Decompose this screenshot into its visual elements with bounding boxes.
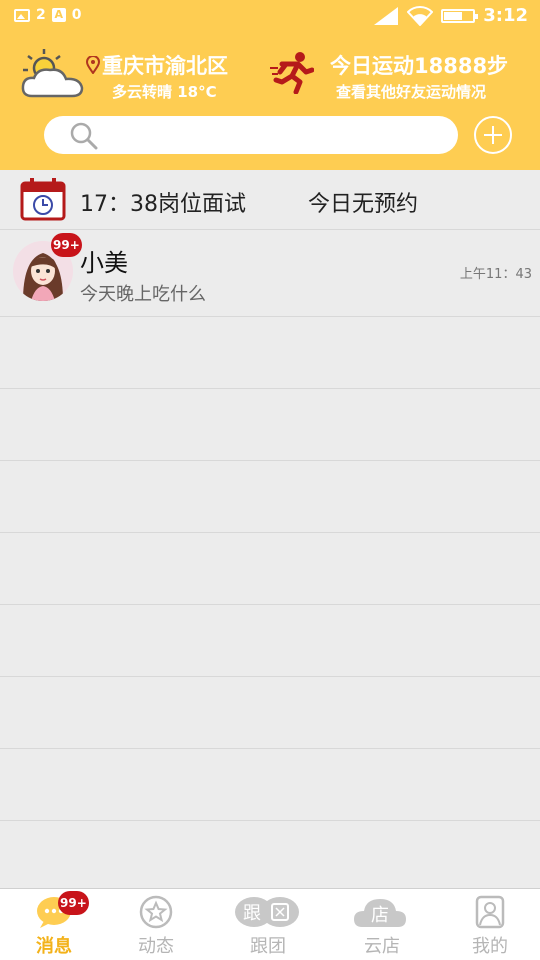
tab-label: 云店	[364, 936, 400, 957]
cloud-store-icon-glyph: 店	[371, 905, 389, 926]
unread-badge: 99+	[51, 233, 82, 257]
schedule-bar[interactable]: 17：38岗位面试 今日无预约	[0, 170, 540, 230]
search-bar[interactable]	[44, 116, 458, 154]
calendar-clock-icon	[20, 178, 66, 221]
cloud-store-icon: 店	[354, 899, 406, 927]
empty-row	[0, 605, 540, 677]
cloudy-sun-icon	[21, 49, 84, 98]
empty-row	[0, 389, 540, 461]
chat-item[interactable]: 99+ 小美 今天晚上吃什么 上午11：43	[0, 231, 540, 317]
search-icon	[70, 122, 98, 150]
system-icons: 3:12	[373, 5, 528, 26]
tab-cloud-store[interactable]: 店 云店	[328, 889, 436, 960]
empty-row	[0, 317, 540, 389]
steps-title[interactable]: 今日运动18888步	[330, 50, 508, 80]
image-notification-icon	[14, 8, 30, 22]
weather-detail: 多云转晴 18°C	[112, 83, 217, 101]
tab-label: 动态	[138, 936, 174, 957]
clock: 3:12	[483, 5, 528, 26]
tab-group-tour[interactable]: 跟 跟团	[214, 889, 322, 960]
battery-icon	[441, 8, 479, 23]
location-name: 重庆市渝北区	[102, 54, 228, 78]
chat-time: 上午11：43	[459, 267, 532, 282]
star-icon	[139, 895, 173, 929]
appointment-status: 今日无预约	[308, 192, 419, 217]
group-icon: 跟	[235, 897, 299, 927]
profile-icon	[475, 895, 505, 929]
schedule-item: 17：38岗位面试	[80, 192, 246, 217]
search-input[interactable]	[104, 118, 444, 152]
a-notification-count: 0	[71, 7, 82, 23]
wifi-icon	[407, 5, 434, 26]
empty-row	[0, 677, 540, 749]
chat-last-message: 今天晚上吃什么	[80, 284, 206, 305]
status-bar: 2 A 0 3:12	[0, 0, 540, 34]
add-button[interactable]	[474, 116, 512, 154]
a-notification-icon: A	[51, 8, 66, 22]
empty-row	[0, 533, 540, 605]
group-icon-glyph: 跟	[243, 903, 261, 924]
running-man-icon[interactable]	[270, 50, 314, 94]
notification-icons: 2 A 0	[14, 7, 82, 23]
location[interactable]: 重庆市渝北区	[86, 50, 228, 80]
location-pin-icon	[86, 56, 100, 74]
signal-icon	[374, 6, 399, 25]
bottom-tab-bar: 99+ 消息 动态 跟 跟团 店 云店 我的	[0, 888, 540, 960]
empty-row	[0, 461, 540, 533]
friends-steps-link[interactable]: 查看其他好友运动情况	[336, 81, 486, 102]
tab-profile[interactable]: 我的	[436, 889, 540, 960]
tab-messages[interactable]: 99+ 消息	[0, 889, 108, 960]
image-notification-count: 2	[36, 7, 46, 23]
header: 重庆市渝北区 多云转晴 18°C 今日运动18888步 查看其他好友运动情况	[0, 34, 540, 170]
chat-list: 99+ 小美 今天晚上吃什么 上午11：43	[0, 231, 540, 821]
tab-label: 跟团	[250, 936, 286, 957]
tab-feed[interactable]: 动态	[102, 889, 210, 960]
tab-label: 消息	[36, 936, 72, 957]
tab-unread-badge: 99+	[58, 891, 89, 915]
chat-name: 小美	[80, 249, 128, 277]
tab-label: 我的	[472, 936, 508, 957]
empty-row	[0, 749, 540, 821]
